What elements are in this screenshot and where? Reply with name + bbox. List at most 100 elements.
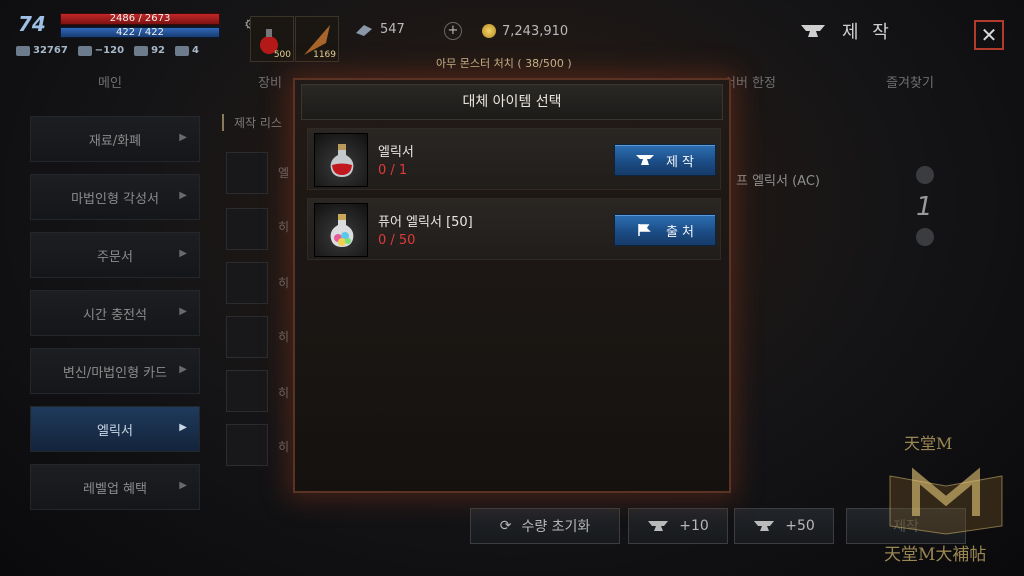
dialog-title: 대체 아이템 선택	[301, 84, 723, 120]
elixir-icon	[330, 144, 354, 177]
decrease-button[interactable]	[916, 228, 934, 246]
chevron-right-icon: ▶	[179, 132, 187, 143]
category-elixir[interactable]: 엘릭서 ▶	[30, 406, 200, 452]
add-currency-button[interactable]: +	[444, 22, 462, 40]
source-button[interactable]: 출 처	[614, 214, 716, 246]
mp-bar: 422 / 422	[60, 27, 220, 38]
list-item: 퓨어 엘릭서 [50] 0 / 50 출 처	[307, 198, 721, 260]
gold-counter: + 7,243,910	[444, 22, 568, 40]
selected-item-name: 프 엘릭서 (AC)	[736, 174, 820, 189]
category-label: 주문서	[97, 249, 133, 265]
chevron-right-icon: ▶	[179, 422, 187, 433]
watermark-bottom: 天堂M大補帖	[884, 545, 987, 565]
stat-ac-value: −120	[94, 45, 125, 56]
gem-counter: 547	[354, 22, 405, 37]
increase-button[interactable]	[916, 166, 934, 184]
anvil-icon	[801, 25, 825, 37]
gold-value: 7,243,910	[502, 23, 569, 39]
creature-icon	[174, 45, 189, 56]
list-item-label: 히	[278, 220, 290, 234]
chevron-right-icon: ▶	[179, 480, 187, 491]
chevron-right-icon: ▶	[179, 190, 187, 201]
list-item[interactable]	[226, 262, 268, 304]
list-item[interactable]	[226, 152, 268, 194]
category-label: 재료/화폐	[88, 133, 142, 149]
stat-weight: 92	[134, 45, 165, 56]
player-level: 74	[18, 12, 46, 36]
watermark-logo: 天堂M 天堂M大補帖	[870, 430, 1020, 570]
list-item-label: 히	[278, 276, 290, 290]
craft-item-label: 제 작	[665, 154, 695, 170]
quest-tracker[interactable]: 아무 몬스터 처치 ( 38/500 )	[436, 55, 572, 71]
stat-power: 32767	[16, 45, 68, 56]
list-item: 엘릭서 0 / 1 제 작	[307, 128, 721, 190]
category-levelup[interactable]: 레벨업 혜택 ▶	[30, 464, 200, 510]
helmet-icon	[77, 45, 92, 56]
anvil-icon	[754, 521, 775, 531]
reset-quantity-button[interactable]: ⟳ 수량 초기화	[470, 508, 620, 544]
item-slot[interactable]	[314, 133, 368, 187]
plus50-button[interactable]: +50	[734, 508, 834, 544]
category-label: 변신/마법인형 카드	[62, 365, 168, 381]
close-button[interactable]: ✕	[974, 20, 1004, 50]
stat-other: 4	[174, 45, 199, 56]
category-doll-awakening[interactable]: 마법인형 각성서 ▶	[30, 174, 200, 220]
gem-icon	[356, 24, 372, 36]
tab-main[interactable]: 메인	[30, 70, 190, 98]
gold-coin-icon	[482, 24, 496, 38]
list-item[interactable]	[226, 208, 268, 250]
source-label: 출 처	[665, 224, 695, 240]
reset-label: 수량 초기화	[521, 519, 591, 535]
wing-icon	[16, 45, 30, 56]
chevron-right-icon: ▶	[179, 364, 187, 375]
item-slot[interactable]	[314, 203, 368, 257]
book-m-icon	[889, 467, 1003, 535]
plus50-label: +50	[785, 518, 815, 534]
anvil-icon	[648, 521, 669, 531]
quick-slot-scroll[interactable]: 1169	[295, 16, 339, 62]
tab-favorites[interactable]: 즐겨찾기	[830, 70, 990, 98]
category-label: 엘릭서	[97, 423, 133, 439]
category-time-stones[interactable]: 시간 충전석 ▶	[30, 290, 200, 336]
list-item[interactable]	[226, 316, 268, 358]
item-count: 0 / 50	[378, 233, 416, 248]
item-count: 0 / 1	[378, 163, 408, 178]
list-item[interactable]	[226, 424, 268, 466]
craft-list-header: 제작 리스	[222, 114, 282, 131]
stat-row: 32767 −120 92 4	[16, 45, 199, 56]
list-item[interactable]	[226, 370, 268, 412]
anvil-icon	[635, 155, 654, 165]
refresh-icon: ⟳	[499, 518, 512, 534]
watermark-top: 天堂M	[904, 434, 953, 453]
list-item-label: 히	[278, 440, 290, 454]
hp-text: 2486 / 2673	[109, 13, 171, 24]
slot-count: 1169	[313, 50, 336, 60]
boot-icon	[134, 45, 149, 56]
quick-slot-potion[interactable]: 500	[250, 16, 294, 62]
stat-other-value: 4	[191, 45, 199, 56]
page-title-text: 제 작	[842, 22, 893, 43]
category-materials[interactable]: 재료/화폐 ▶	[30, 116, 200, 162]
category-cards[interactable]: 변신/마법인형 카드 ▶	[30, 348, 200, 394]
stat-ac: −120	[77, 45, 125, 56]
game-screen: 74 2486 / 2673 422 / 422 32767 −120 92 4…	[0, 0, 1024, 576]
item-name: 퓨어 엘릭서 [50]	[378, 215, 473, 230]
stat-weight-value: 92	[151, 45, 165, 56]
gem-value: 547	[380, 22, 405, 37]
substitute-item-dialog: 대체 아이템 선택 엘릭서 0 / 1 제 작 퓨어 엘릭서 [50] 0 / …	[293, 78, 731, 493]
plus10-button[interactable]: +10	[628, 508, 728, 544]
category-scrolls[interactable]: 주문서 ▶	[30, 232, 200, 278]
craft-item-button[interactable]: 제 작	[614, 144, 716, 176]
plus10-label: +10	[679, 518, 709, 534]
item-name: 엘릭서	[378, 145, 414, 160]
category-label: 마법인형 각성서	[71, 191, 159, 207]
list-item-label: 히	[278, 386, 290, 400]
list-item-label: 엘	[278, 166, 290, 180]
mp-text: 422 / 422	[116, 27, 164, 38]
hp-bar: 2486 / 2673	[60, 13, 220, 25]
stat-power-value: 32767	[33, 45, 68, 56]
pure-elixir-icon	[330, 214, 354, 247]
chevron-right-icon: ▶	[179, 248, 187, 259]
slot-count: 500	[273, 50, 291, 60]
page-title: 제 작	[800, 18, 893, 44]
